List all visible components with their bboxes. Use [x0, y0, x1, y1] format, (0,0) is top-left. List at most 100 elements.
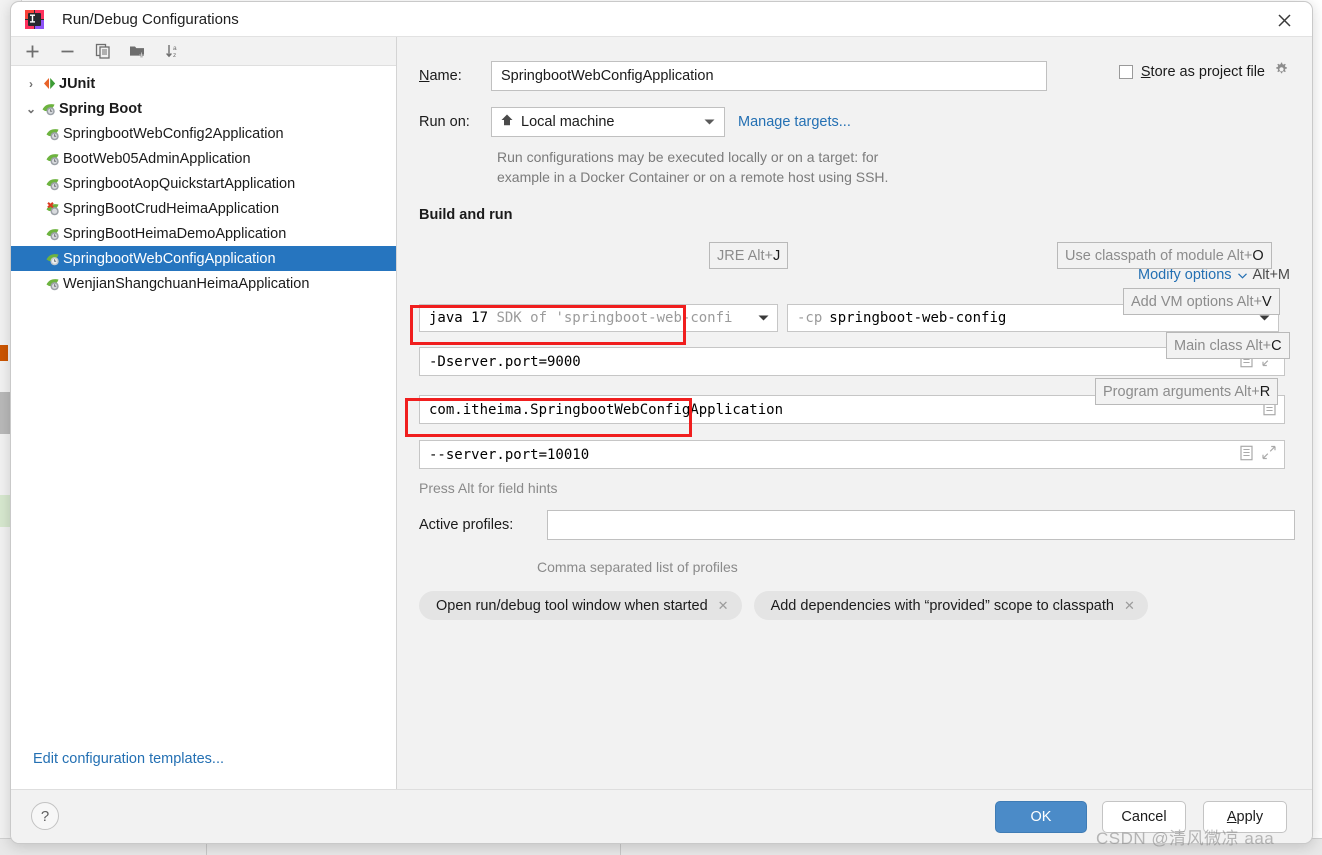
hint-key: R — [1259, 383, 1271, 400]
hint-key: O — [1252, 247, 1264, 264]
chip-label: Add dependencies with “provided” scope t… — [770, 597, 1114, 614]
chevron-down-icon[interactable] — [758, 310, 769, 326]
tree-group-label: Spring Boot — [59, 100, 142, 117]
spring-boot-run-icon — [43, 176, 63, 192]
chevron-down-icon[interactable] — [704, 114, 715, 130]
minus-icon[interactable] — [58, 42, 77, 61]
spring-boot-run-icon — [43, 251, 63, 267]
store-as-project-file-checkbox[interactable] — [1118, 65, 1133, 79]
run-on-select[interactable]: Local machine — [491, 107, 725, 137]
tree-group-junit[interactable]: › JUnit — [11, 71, 396, 96]
name-input[interactable] — [491, 61, 1047, 91]
program-arguments-field[interactable]: --server.port=10010 — [419, 440, 1285, 469]
active-profiles-label: Active profiles: — [419, 517, 514, 533]
local-machine-icon — [500, 113, 514, 131]
chevron-down-icon[interactable]: ⌄ — [23, 102, 39, 116]
tree-item-label: SpringbootWebConfigApplication — [63, 250, 276, 267]
tree-toolbar: a z — [11, 37, 396, 66]
tree-item-springbootaopquickstartapplication[interactable]: SpringbootAopQuickstartApplication — [11, 171, 396, 196]
hint-program-arguments: Program arguments Alt+ R — [1095, 378, 1279, 405]
spring-boot-error-icon — [43, 201, 63, 217]
run-on-description-line1: Run configurations may be executed local… — [497, 149, 879, 165]
chip-add-provided-dependencies[interactable]: Add dependencies with “provided” scope t… — [753, 591, 1148, 620]
dialog-titlebar: Run/Debug Configurations — [11, 2, 1312, 37]
folder-add-icon[interactable] — [128, 42, 147, 61]
configurations-tree: › JUnit ⌄ Spring Boot SpringbootWebConfi… — [11, 66, 396, 751]
sdk-version: java 17 — [429, 310, 489, 326]
tree-item-bootweb05adminapplication[interactable]: BootWeb05AdminApplication — [11, 146, 396, 171]
gear-icon[interactable] — [1273, 61, 1290, 83]
hint-main-class: Main class Alt+ C — [1166, 332, 1290, 359]
dialog-footer: ? OK Cancel Apply — [11, 789, 1312, 843]
hint-add-vm-options: Add VM options Alt+ V — [1123, 288, 1280, 315]
tree-item-label: SpringBootCrudHeimaApplication — [63, 200, 280, 217]
tree-item-label: SpringbootAopQuickstartApplication — [63, 175, 296, 192]
spring-boot-run-icon — [43, 151, 63, 167]
expand-editor-icon[interactable] — [1262, 445, 1276, 464]
tree-item-springbootwebconfig2application[interactable]: SpringbootWebConfig2Application — [11, 121, 396, 146]
tree-group-label: JUnit — [59, 75, 96, 92]
chevron-right-icon[interactable]: › — [23, 77, 39, 91]
dialog-title: Run/Debug Configurations — [62, 10, 239, 28]
tree-item-wenjianshangchuanheimaapplication[interactable]: WenjianShangchuanHeimaApplication — [11, 271, 396, 296]
spring-boot-run-icon — [43, 226, 63, 242]
help-button[interactable]: ? — [31, 802, 59, 830]
modify-options-shortcut: Alt+M — [1252, 267, 1290, 283]
modify-options-link[interactable]: Modify options Alt+M — [1138, 267, 1290, 283]
hint-text: Use classpath of module Alt+ — [1065, 247, 1253, 264]
ide-gutter-marker-orange — [0, 345, 8, 361]
active-profiles-input[interactable] — [547, 510, 1295, 540]
tree-item-springbootcrudheimaapplication[interactable]: SpringBootCrudHeimaApplication — [11, 196, 396, 221]
configurations-tree-pane: a z › JUnit ⌄ Spring Boot SpringbootWebC… — [11, 37, 397, 789]
copy-icon[interactable] — [93, 42, 112, 61]
option-chips: Open run/debug tool window when started … — [419, 591, 1148, 620]
sort-alphabetically-icon[interactable]: a z — [163, 42, 182, 61]
main-class-value: com.itheima.SpringbootWebConfigApplicati… — [429, 401, 784, 418]
tree-item-springbootwebconfigapplication[interactable]: SpringbootWebConfigApplication — [11, 246, 396, 271]
name-label: Name: — [419, 68, 462, 84]
active-profiles-row: Active profiles: — [419, 510, 1295, 540]
run-debug-configurations-dialog: Run/Debug Configurations a z › JUnit ⌄ S… — [10, 1, 1313, 844]
classpath-module: springboot-web-config — [829, 310, 1007, 326]
svg-text:z: z — [173, 52, 176, 59]
apply-button[interactable]: Apply — [1203, 801, 1287, 833]
tree-group-spring-boot[interactable]: ⌄ Spring Boot — [11, 96, 396, 121]
press-alt-for-field-hints: Press Alt for field hints — [419, 480, 558, 496]
hint-jre: JRE Alt+ J — [709, 242, 789, 269]
run-on-description-line2: example in a Docker Container or on a re… — [497, 169, 889, 185]
hint-text: Add VM options Alt+ — [1131, 293, 1262, 310]
edit-configuration-templates-link[interactable]: Edit configuration templates... — [11, 751, 396, 789]
close-icon[interactable] — [1264, 5, 1304, 35]
tree-item-label: BootWeb05AdminApplication — [63, 150, 251, 167]
run-on-row: Run on: Local machine Manage targets... — [419, 107, 1290, 137]
hint-key: C — [1271, 337, 1282, 354]
run-on-value: Local machine — [521, 114, 615, 130]
close-small-icon[interactable]: ✕ — [718, 598, 729, 614]
ok-button[interactable]: OK — [995, 801, 1087, 833]
vm-options-field[interactable]: -Dserver.port=9000 — [419, 347, 1285, 376]
plus-icon[interactable] — [23, 42, 42, 61]
tree-item-springbootheimademoapplication[interactable]: SpringBootHeimaDemoApplication — [11, 221, 396, 246]
cancel-button[interactable]: Cancel — [1102, 801, 1186, 833]
run-on-description: Run configurations may be executed local… — [497, 147, 1290, 187]
tree-item-label: WenjianShangchuanHeimaApplication — [63, 275, 310, 292]
modify-options-label: Modify options — [1138, 267, 1232, 283]
close-small-icon[interactable]: ✕ — [1124, 598, 1135, 614]
hint-text: Main class Alt+ — [1174, 337, 1272, 354]
junit-icon — [39, 76, 59, 91]
chip-label: Open run/debug tool window when started — [436, 597, 708, 614]
browse-list-icon[interactable] — [1240, 445, 1253, 464]
chevron-down-icon — [1237, 267, 1247, 283]
hint-use-classpath-of-module: Use classpath of module Alt+ O — [1057, 242, 1272, 269]
chip-open-run-debug-tool-window[interactable]: Open run/debug tool window when started … — [419, 591, 742, 620]
svg-text:a: a — [173, 45, 177, 52]
run-on-label: Run on: — [419, 114, 470, 130]
dialog-body: a z › JUnit ⌄ Spring Boot SpringbootWebC… — [11, 37, 1312, 789]
hint-key: J — [773, 247, 781, 264]
jre-select[interactable]: java 17 SDK of 'springboot-web-confi — [419, 304, 778, 332]
store-as-project-file-row[interactable]: Store as project file — [1118, 61, 1290, 83]
program-arguments-field-icons — [1240, 445, 1276, 464]
hint-text: Program arguments Alt+ — [1103, 383, 1260, 400]
manage-targets-link[interactable]: Manage targets... — [738, 114, 851, 130]
spring-boot-icon — [39, 101, 59, 117]
